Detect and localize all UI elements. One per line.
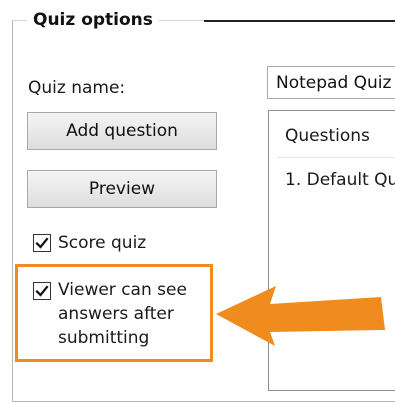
quiz-options-panel: Quiz options Quiz name: Notepad Quiz Add… (0, 0, 395, 402)
callout-arrow-icon (216, 286, 385, 346)
